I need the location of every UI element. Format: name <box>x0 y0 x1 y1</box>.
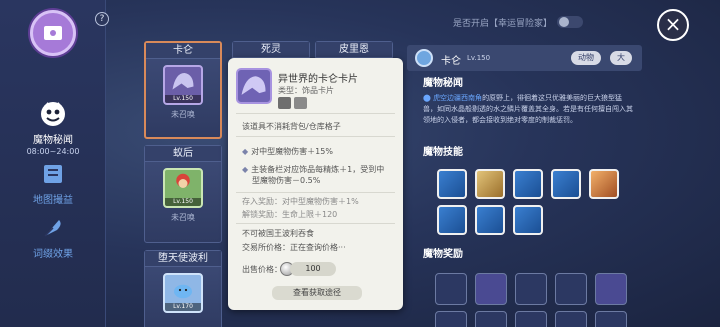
reward-item-icon-8[interactable] <box>515 311 547 327</box>
reward-item-icon-10[interactable] <box>595 311 627 327</box>
card-level: Lv.150 <box>165 95 201 103</box>
card-slot-icon <box>278 97 291 109</box>
card-tooltip: 异世界的卡仑卡片 类型：饰品卡片 该道具不消耗背包/仓库格子 ◆ 对中型魔物伤害＋… <box>228 58 403 310</box>
monster-portrait: Lv.150 <box>163 168 203 208</box>
sidebar-item-label: 词缀效果 <box>33 249 73 260</box>
divider <box>236 223 395 224</box>
card-name: 皮里恩 <box>316 42 392 58</box>
tooltip-unlock-reward: 解锁奖励：生命上限＋120 <box>242 210 338 219</box>
section-monster-lore: 魔物秘闻 <box>423 78 463 89</box>
card-level: Lv.150 <box>165 198 201 206</box>
card-status: 未召唤 <box>171 213 195 222</box>
section-monster-skills: 魔物技能 <box>423 147 463 158</box>
skill-icon-7[interactable] <box>475 205 505 235</box>
skill-icon-5[interactable] <box>589 169 619 199</box>
tooltip-tags <box>278 97 307 109</box>
detail-header: 卡仑 Lv.150 动物 大 <box>407 45 642 71</box>
skill-icon-6[interactable] <box>437 205 467 235</box>
reward-item-icon-6[interactable] <box>435 311 467 327</box>
sidebar-item-time: 08:00~24:00 <box>26 147 80 156</box>
monster-portrait: Lv.170 <box>163 273 203 313</box>
wolf-icon <box>241 76 266 95</box>
card-name: 卡仑 <box>146 43 220 59</box>
monster-card-fallen-angel-poring[interactable]: 堕天使波利 Lv.170 <box>144 250 222 327</box>
card-name: 蚁后 <box>145 146 221 162</box>
lucky-adventurer-toggle[interactable] <box>557 16 583 28</box>
detail-name: 卡仑 <box>441 56 461 67</box>
storage-icon <box>294 97 307 109</box>
view-sources-button[interactable]: 查看获取途径 <box>272 286 362 300</box>
divider <box>236 136 395 137</box>
monster-face-icon <box>41 102 65 126</box>
lucky-adventurer-label: 是否开启【幸运冒险家】 <box>453 19 553 29</box>
tooltip-sell-price: 100 <box>290 262 336 276</box>
reward-card-icon-2[interactable] <box>595 273 627 305</box>
monster-portrait: Lv.150 <box>163 65 203 105</box>
card-level: Lv.170 <box>165 303 201 311</box>
sidebar: 魔物秘闻 08:00~24:00 地图撮益 词缀效果 <box>0 0 106 327</box>
skill-icon-3[interactable] <box>513 169 543 199</box>
sidebar-item-affix-effects[interactable]: 词缀效果 <box>0 214 106 260</box>
map-book-icon <box>44 165 62 183</box>
event-logo[interactable] <box>30 10 76 56</box>
sidebar-item-label: 地图撮益 <box>33 195 73 206</box>
reward-crystal-icon[interactable] <box>555 273 587 305</box>
tooltip-storage-note: 该道具不消耗背包/仓库格子 <box>242 122 341 131</box>
section-monster-rewards: 魔物奖励 <box>423 249 463 260</box>
skill-icon-4[interactable] <box>551 169 581 199</box>
skill-icon-2[interactable] <box>475 169 505 199</box>
reward-coin-icon[interactable] <box>435 273 467 305</box>
tooltip-effect-2: ◆ 主装备栏对应饰品每精炼＋1，受到中 型魔物伤害－0.5% <box>242 165 385 185</box>
poring-icon <box>174 284 192 299</box>
card-status: 未召唤 <box>171 110 195 119</box>
reward-item-icon-9[interactable] <box>555 311 587 327</box>
close-button[interactable]: × <box>657 9 689 41</box>
location-pin-icon: ⬤ <box>423 94 434 102</box>
monster-card-queen-ant[interactable]: 蚁后 Lv.150 未召唤 <box>144 145 222 243</box>
monster-card-karen[interactable]: 卡仑 Lv.150 未召唤 <box>144 41 222 139</box>
divider <box>236 113 395 114</box>
tooltip-deposit-reward: 存入奖励：对中型魔物伤害＋1% <box>242 197 359 206</box>
card-thumbnail <box>236 68 272 104</box>
tooltip-effect-1: ◆ 对中型魔物伤害＋15% <box>242 147 333 156</box>
reward-card-icon[interactable] <box>475 273 507 305</box>
card-name: 死灵 <box>233 42 309 58</box>
card-name: 堕天使波利 <box>145 251 221 267</box>
detail-level: Lv.150 <box>467 54 491 62</box>
water-element-icon <box>415 49 433 67</box>
skill-icon-1[interactable] <box>437 169 467 199</box>
skill-icon-8[interactable] <box>513 205 543 235</box>
monster-detail-panel: 卡仑 Lv.150 动物 大 魔物秘闻 ⬤ 虎空边疆西南角的原野上，徘徊着这只优… <box>407 45 642 327</box>
tooltip-sell-label: 出售价格： <box>242 265 282 274</box>
location-link[interactable]: 虎空边疆西南角 <box>433 94 482 102</box>
tooltip-exchange-price: 交易所价格：正在查询价格··· <box>242 243 346 252</box>
tooltip-title: 异世界的卡仑卡片 <box>278 74 358 85</box>
sidebar-item-monster-lore[interactable]: 魔物秘闻 08:00~24:00 <box>0 100 106 156</box>
race-tag: 动物 <box>571 51 601 65</box>
tooltip-type: 类型：饰品卡片 <box>278 86 334 95</box>
size-tag: 大 <box>610 51 632 65</box>
book-icon <box>44 26 62 40</box>
wolf-icon <box>172 73 194 90</box>
help-button[interactable]: ? <box>95 12 109 26</box>
sidebar-item-map-bonus[interactable]: 地图撮益 <box>0 160 106 206</box>
reward-moon-icon[interactable] <box>515 273 547 305</box>
ant-queen-icon <box>176 173 190 188</box>
divider <box>236 192 395 193</box>
sidebar-item-label: 魔物秘闻 <box>33 135 73 146</box>
feather-icon <box>44 220 61 237</box>
monster-description: ⬤ 虎空边疆西南角的原野上，徘徊着这只优雅美丽的巨大狼型猛兽，如同水晶般剔透的水… <box>423 94 633 124</box>
tooltip-no-devour: 不可被国王波利吞食 <box>242 229 314 238</box>
reward-item-icon-7[interactable] <box>475 311 507 327</box>
